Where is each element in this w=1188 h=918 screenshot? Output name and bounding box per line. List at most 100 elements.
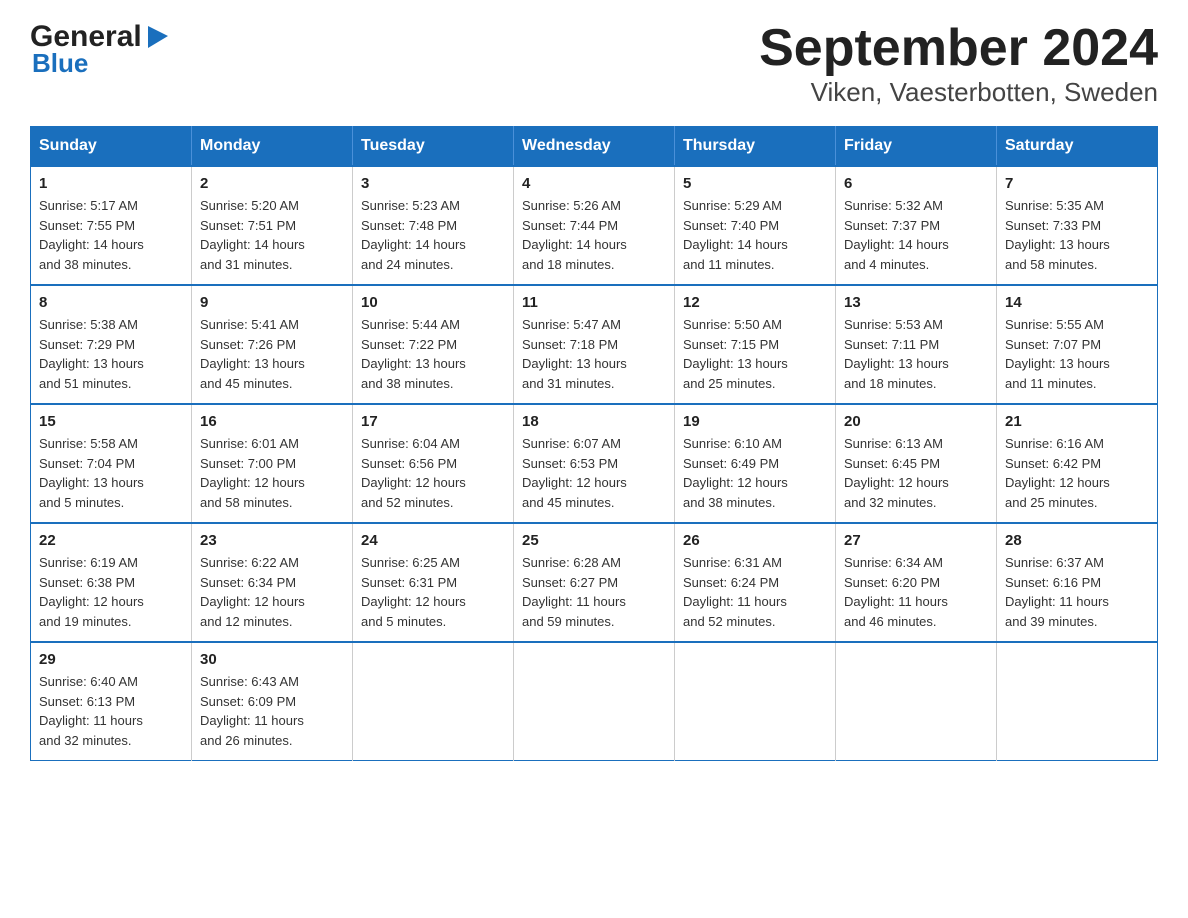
day-number: 7 (1005, 175, 1149, 192)
calendar-cell: 12 Sunrise: 5:50 AMSunset: 7:15 PMDayligh… (675, 285, 836, 404)
calendar-cell: 27Sunrise: 6:34 AMSunset: 6:20 PMDayligh… (836, 523, 997, 642)
day-number: 22 (39, 532, 183, 549)
day-info: Sunrise: 5:20 AMSunset: 7:51 PMDaylight:… (200, 196, 344, 274)
day-number: 4 (522, 175, 666, 192)
calendar-week-row: 22Sunrise: 6:19 AMSunset: 6:38 PMDayligh… (31, 523, 1158, 642)
day-number: 3 (361, 175, 505, 192)
calendar-cell: 9Sunrise: 5:41 AMSunset: 7:26 PMDaylight… (192, 285, 353, 404)
header-sunday: Sunday (31, 127, 192, 167)
day-number: 15 (39, 413, 183, 430)
calendar-cell: 11 Sunrise: 5:47 AMSunset: 7:18 PMDayligh… (514, 285, 675, 404)
calendar-cell: 6 Sunrise: 5:32 AMSunset: 7:37 PMDaylight… (836, 166, 997, 285)
day-number: 9 (200, 294, 344, 311)
calendar-cell: 25 Sunrise: 6:28 AMSunset: 6:27 PMDayligh… (514, 523, 675, 642)
day-number: 11 (522, 294, 666, 311)
day-info: Sunrise: 5:47 AMSunset: 7:18 PMDaylight:… (522, 315, 666, 393)
day-info: Sunrise: 6:07 AMSunset: 6:53 PMDaylight:… (522, 434, 666, 512)
day-info: Sunrise: 6:13 AMSunset: 6:45 PMDaylight:… (844, 434, 988, 512)
calendar-week-row: 15 Sunrise: 5:58 AMSunset: 7:04 PMDayligh… (31, 404, 1158, 523)
header-wednesday: Wednesday (514, 127, 675, 167)
day-info: Sunrise: 5:29 AMSunset: 7:40 PMDaylight:… (683, 196, 827, 274)
logo-triangle-icon (144, 22, 172, 50)
calendar-cell: 15 Sunrise: 5:58 AMSunset: 7:04 PMDayligh… (31, 404, 192, 523)
day-number: 5 (683, 175, 827, 192)
day-number: 17 (361, 413, 505, 430)
day-number: 2 (200, 175, 344, 192)
calendar-week-row: 29Sunrise: 6:40 AMSunset: 6:13 PMDayligh… (31, 642, 1158, 761)
day-number: 24 (361, 532, 505, 549)
calendar-cell: 23Sunrise: 6:22 AMSunset: 6:34 PMDayligh… (192, 523, 353, 642)
calendar-cell (353, 642, 514, 761)
day-number: 6 (844, 175, 988, 192)
title-block: September 2024 Viken, Vaesterbotten, Swe… (759, 20, 1158, 108)
day-info: Sunrise: 5:53 AMSunset: 7:11 PMDaylight:… (844, 315, 988, 393)
calendar-cell: 13 Sunrise: 5:53 AMSunset: 7:11 PMDayligh… (836, 285, 997, 404)
day-info: Sunrise: 5:50 AMSunset: 7:15 PMDaylight:… (683, 315, 827, 393)
day-info: Sunrise: 6:43 AMSunset: 6:09 PMDaylight:… (200, 672, 344, 750)
day-info: Sunrise: 6:25 AMSunset: 6:31 PMDaylight:… (361, 553, 505, 631)
day-info: Sunrise: 6:04 AMSunset: 6:56 PMDaylight:… (361, 434, 505, 512)
day-info: Sunrise: 6:10 AMSunset: 6:49 PMDaylight:… (683, 434, 827, 512)
day-number: 21 (1005, 413, 1149, 430)
calendar-title: September 2024 (759, 20, 1158, 77)
day-info: Sunrise: 5:44 AMSunset: 7:22 PMDaylight:… (361, 315, 505, 393)
day-info: Sunrise: 6:01 AMSunset: 7:00 PMDaylight:… (200, 434, 344, 512)
header-tuesday: Tuesday (353, 127, 514, 167)
day-info: Sunrise: 6:28 AMSunset: 6:27 PMDaylight:… (522, 553, 666, 631)
day-number: 20 (844, 413, 988, 430)
day-info: Sunrise: 6:16 AMSunset: 6:42 PMDaylight:… (1005, 434, 1149, 512)
day-number: 18 (522, 413, 666, 430)
calendar-cell: 16 Sunrise: 6:01 AMSunset: 7:00 PMDayligh… (192, 404, 353, 523)
calendar-cell: 19 Sunrise: 6:10 AMSunset: 6:49 PMDayligh… (675, 404, 836, 523)
day-info: Sunrise: 5:35 AMSunset: 7:33 PMDaylight:… (1005, 196, 1149, 274)
calendar-cell (836, 642, 997, 761)
day-number: 16 (200, 413, 344, 430)
day-info: Sunrise: 5:38 AMSunset: 7:29 PMDaylight:… (39, 315, 183, 393)
calendar-cell: 24 Sunrise: 6:25 AMSunset: 6:31 PMDayligh… (353, 523, 514, 642)
calendar-cell: 7 Sunrise: 5:35 AMSunset: 7:33 PMDaylight… (997, 166, 1158, 285)
day-info: Sunrise: 5:58 AMSunset: 7:04 PMDaylight:… (39, 434, 183, 512)
day-info: Sunrise: 6:37 AMSunset: 6:16 PMDaylight:… (1005, 553, 1149, 631)
day-number: 10 (361, 294, 505, 311)
calendar-cell: 18 Sunrise: 6:07 AMSunset: 6:53 PMDayligh… (514, 404, 675, 523)
day-info: Sunrise: 5:55 AMSunset: 7:07 PMDaylight:… (1005, 315, 1149, 393)
header-monday: Monday (192, 127, 353, 167)
day-info: Sunrise: 5:26 AMSunset: 7:44 PMDaylight:… (522, 196, 666, 274)
calendar-cell: 28 Sunrise: 6:37 AMSunset: 6:16 PMDayligh… (997, 523, 1158, 642)
day-info: Sunrise: 6:34 AMSunset: 6:20 PMDaylight:… (844, 553, 988, 631)
calendar-cell (997, 642, 1158, 761)
logo-blue-text: Blue (32, 48, 88, 79)
calendar-cell: 26Sunrise: 6:31 AMSunset: 6:24 PMDayligh… (675, 523, 836, 642)
day-info: Sunrise: 6:31 AMSunset: 6:24 PMDaylight:… (683, 553, 827, 631)
calendar-cell: 17 Sunrise: 6:04 AMSunset: 6:56 PMDayligh… (353, 404, 514, 523)
calendar-cell: 5 Sunrise: 5:29 AMSunset: 7:40 PMDaylight… (675, 166, 836, 285)
calendar-cell: 21 Sunrise: 6:16 AMSunset: 6:42 PMDayligh… (997, 404, 1158, 523)
header-friday: Friday (836, 127, 997, 167)
calendar-week-row: 8 Sunrise: 5:38 AMSunset: 7:29 PMDaylight… (31, 285, 1158, 404)
day-number: 28 (1005, 532, 1149, 549)
calendar-cell: 3 Sunrise: 5:23 AMSunset: 7:48 PMDaylight… (353, 166, 514, 285)
calendar-cell: 1Sunrise: 5:17 AMSunset: 7:55 PMDaylight… (31, 166, 192, 285)
calendar-cell (675, 642, 836, 761)
day-info: Sunrise: 5:23 AMSunset: 7:48 PMDaylight:… (361, 196, 505, 274)
header-thursday: Thursday (675, 127, 836, 167)
calendar-cell: 30Sunrise: 6:43 AMSunset: 6:09 PMDayligh… (192, 642, 353, 761)
page-header: General Blue September 2024 Viken, Vaest… (30, 20, 1158, 108)
calendar-cell: 14 Sunrise: 5:55 AMSunset: 7:07 PMDayligh… (997, 285, 1158, 404)
day-number: 14 (1005, 294, 1149, 311)
calendar-cell: 4 Sunrise: 5:26 AMSunset: 7:44 PMDaylight… (514, 166, 675, 285)
calendar-cell: 8 Sunrise: 5:38 AMSunset: 7:29 PMDaylight… (31, 285, 192, 404)
day-number: 8 (39, 294, 183, 311)
day-number: 25 (522, 532, 666, 549)
calendar-cell: 29Sunrise: 6:40 AMSunset: 6:13 PMDayligh… (31, 642, 192, 761)
calendar-cell: 10 Sunrise: 5:44 AMSunset: 7:22 PMDayligh… (353, 285, 514, 404)
day-number: 19 (683, 413, 827, 430)
day-number: 23 (200, 532, 344, 549)
calendar-week-row: 1Sunrise: 5:17 AMSunset: 7:55 PMDaylight… (31, 166, 1158, 285)
day-number: 12 (683, 294, 827, 311)
day-number: 13 (844, 294, 988, 311)
day-info: Sunrise: 5:32 AMSunset: 7:37 PMDaylight:… (844, 196, 988, 274)
calendar-table: Sunday Monday Tuesday Wednesday Thursday… (30, 126, 1158, 761)
day-info: Sunrise: 5:17 AMSunset: 7:55 PMDaylight:… (39, 196, 183, 274)
calendar-cell: 2 Sunrise: 5:20 AMSunset: 7:51 PMDaylight… (192, 166, 353, 285)
